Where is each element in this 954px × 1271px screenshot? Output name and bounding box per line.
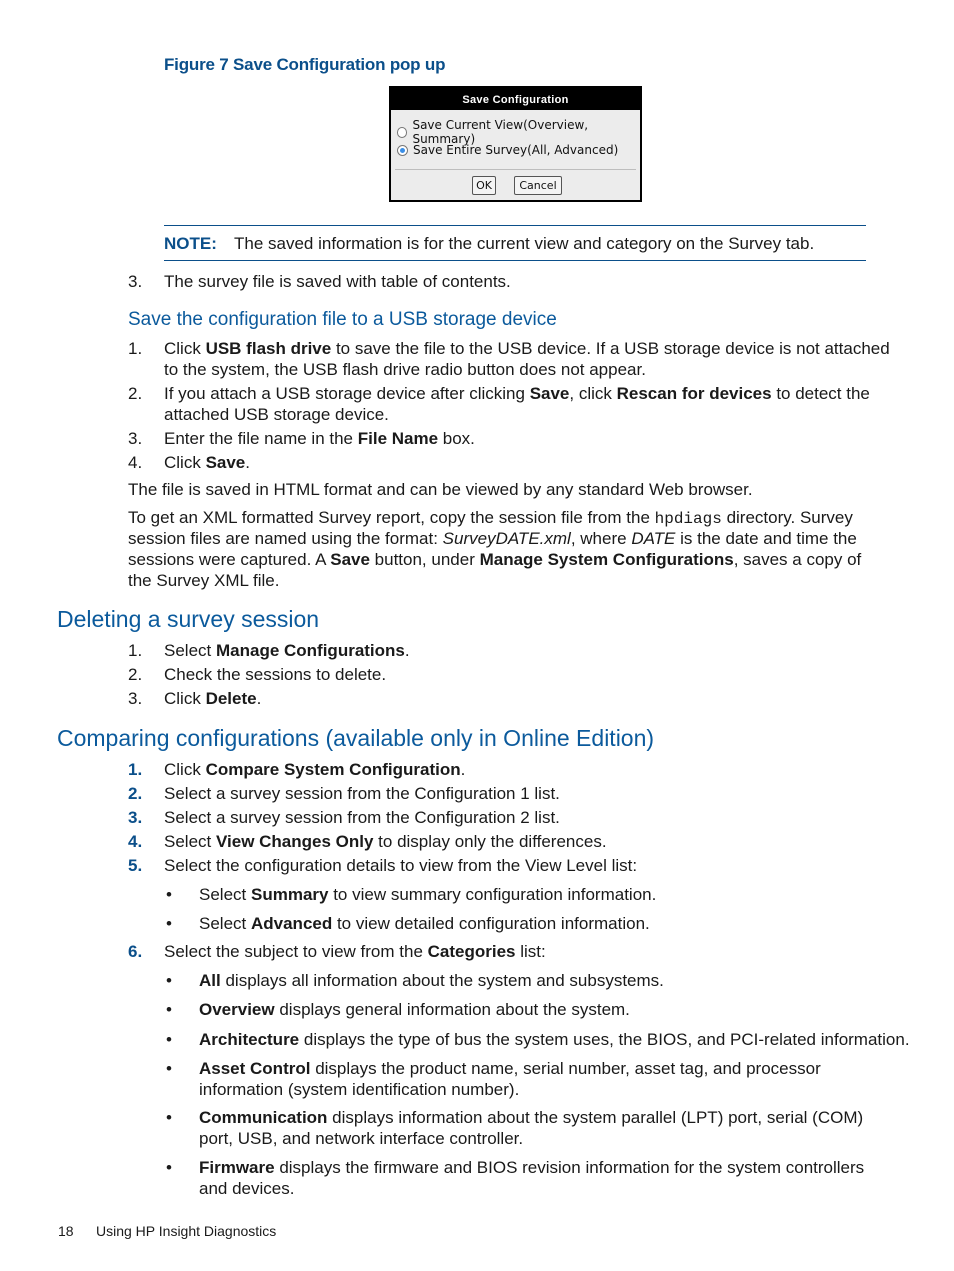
radio-option-entire-survey[interactable]: Save Entire Survey(All, Advanced) bbox=[397, 143, 618, 157]
ok-button[interactable]: OK bbox=[472, 176, 496, 195]
usb-step-1-cont: to the system, the USB flash drive radio… bbox=[164, 360, 646, 379]
step-number: 1. bbox=[128, 641, 143, 660]
step-number: 3. bbox=[128, 429, 143, 448]
code-directory: hpdiags bbox=[654, 510, 722, 528]
note-text: The saved information is for the current… bbox=[234, 234, 815, 253]
step-number: 2. bbox=[128, 665, 143, 684]
view-level-advanced: Select Advanced to view detailed configu… bbox=[199, 914, 650, 933]
bullet-icon: • bbox=[166, 971, 172, 990]
step-number: 2. bbox=[128, 784, 143, 803]
usb-step-4: Click Save. bbox=[164, 453, 250, 472]
step-number: 3. bbox=[128, 272, 143, 291]
category-overview: Overview displays general information ab… bbox=[199, 1000, 630, 1019]
compare-step-4: Select View Changes Only to display only… bbox=[164, 832, 607, 851]
step-text: The survey file is saved with table of c… bbox=[164, 272, 511, 291]
step-number: 2. bbox=[128, 384, 143, 403]
step-number: 4. bbox=[128, 453, 143, 472]
paragraph-xml-line3: sessions were captured. A Save button, u… bbox=[128, 550, 862, 569]
compare-step-5: Select the configuration details to view… bbox=[164, 856, 638, 875]
bullet-icon: • bbox=[166, 1059, 172, 1078]
category-all: All displays all information about the s… bbox=[199, 971, 664, 990]
usb-step-1: Click USB flash drive to save the file t… bbox=[164, 339, 890, 358]
save-configuration-dialog: Save Configuration Save Current View(Ove… bbox=[389, 86, 642, 202]
radio-label: Save Current View(Overview, Summary) bbox=[412, 118, 589, 146]
category-communication: Communication displays information about… bbox=[199, 1108, 864, 1127]
category-asset-control-cont: information (system identification numbe… bbox=[199, 1080, 520, 1099]
usb-step-2: If you attach a USB storage device after… bbox=[164, 384, 870, 403]
compare-step-3: Select a survey session from the Configu… bbox=[164, 808, 560, 827]
bullet-icon: • bbox=[166, 1030, 172, 1049]
paragraph-xml-line1: To get an XML formatted Survey report, c… bbox=[128, 508, 853, 528]
category-firmware-cont: and devices. bbox=[199, 1179, 295, 1198]
step-number: 1. bbox=[128, 760, 143, 779]
usb-step-2-cont: attached USB storage device. bbox=[164, 405, 389, 424]
ui-term: Save bbox=[529, 384, 570, 403]
radio-option-current-view[interactable]: Save Current View(Overview, Summary) bbox=[397, 118, 640, 146]
compare-step-2: Select a survey session from the Configu… bbox=[164, 784, 560, 803]
bullet-icon: • bbox=[166, 1158, 172, 1177]
radio-checked-icon[interactable] bbox=[397, 144, 408, 156]
section-heading-usb: Save the configuration file to a USB sto… bbox=[128, 309, 557, 330]
bullet-icon: • bbox=[166, 1000, 172, 1019]
paragraph-html-format: The file is saved in HTML format and can… bbox=[128, 480, 753, 499]
step-number: 3. bbox=[128, 808, 143, 827]
note-box: NOTE: The saved information is for the c… bbox=[164, 225, 866, 261]
delete-step-1: Select Manage Configurations. bbox=[164, 641, 410, 660]
page-number: 18 bbox=[58, 1223, 74, 1239]
paragraph-xml-line4: the Survey XML file. bbox=[128, 571, 280, 590]
category-communication-cont: port, USB, and network interface control… bbox=[199, 1129, 524, 1148]
bullet-icon: • bbox=[166, 1108, 172, 1127]
view-level-summary: Select Summary to view summary configura… bbox=[199, 885, 657, 904]
paragraph-xml-line2: session files are named using the format… bbox=[128, 529, 857, 548]
ui-term: USB flash drive bbox=[205, 339, 332, 358]
delete-step-2: Check the sessions to delete. bbox=[164, 665, 387, 684]
ui-term: Save bbox=[205, 453, 246, 472]
category-architecture: Architecture displays the type of bus th… bbox=[199, 1030, 910, 1049]
category-asset-control: Asset Control displays the product name,… bbox=[199, 1059, 821, 1078]
note-label: NOTE: bbox=[164, 234, 217, 253]
radio-unchecked-icon[interactable] bbox=[397, 126, 408, 138]
usb-step-3: Enter the file name in the File Name box… bbox=[164, 429, 475, 448]
step-number: 6. bbox=[128, 942, 143, 961]
dialog-title: Save Configuration bbox=[391, 88, 640, 110]
ui-term: File Name bbox=[357, 429, 439, 448]
footer-title: Using HP Insight Diagnostics bbox=[96, 1223, 277, 1239]
bullet-icon: • bbox=[166, 914, 172, 933]
delete-step-3: Click Delete. bbox=[164, 689, 262, 708]
step-number: 5. bbox=[128, 856, 143, 875]
step-number: 1. bbox=[128, 339, 143, 358]
compare-step-1: Click Compare System Configuration. bbox=[164, 760, 466, 779]
section-heading-compare: Comparing configurations (available only… bbox=[57, 725, 655, 751]
figure-caption: Figure 7 Save Configuration pop up bbox=[164, 55, 446, 74]
category-firmware: Firmware displays the firmware and BIOS … bbox=[199, 1158, 865, 1177]
ui-term: Rescan for devices bbox=[616, 384, 772, 403]
bullet-icon: • bbox=[166, 885, 172, 904]
dialog-divider bbox=[395, 169, 636, 170]
step-number: 4. bbox=[128, 832, 143, 851]
cancel-button[interactable]: Cancel bbox=[514, 176, 562, 195]
compare-step-6: Select the subject to view from the Cate… bbox=[164, 942, 546, 961]
section-heading-delete: Deleting a survey session bbox=[57, 606, 320, 632]
radio-label: Save Entire Survey(All, Advanced) bbox=[413, 143, 619, 157]
step-number: 3. bbox=[128, 689, 143, 708]
